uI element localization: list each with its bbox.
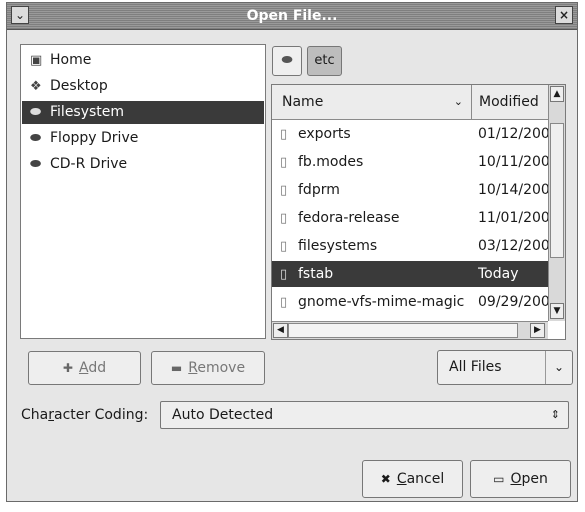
add-bookmark-button[interactable]: ✚ Add xyxy=(28,351,141,385)
close-icon: × xyxy=(558,8,570,22)
file-name: fedora-release xyxy=(298,210,400,226)
file-name: gnome-vfs-mime-magic xyxy=(298,294,465,310)
file-modified-date: Today xyxy=(478,266,519,282)
home-icon: ▣ xyxy=(30,53,43,68)
file-icon: ▯ xyxy=(280,295,288,310)
file-modified-date: 09/29/2004 xyxy=(478,294,548,310)
file-list-header: Name ⌄ Modified xyxy=(272,85,548,120)
plus-icon: ✚ xyxy=(62,361,73,375)
remove-bookmark-button[interactable]: ▬ Remove xyxy=(151,351,265,385)
chevron-down-icon: ⌄ xyxy=(545,351,572,384)
vertical-scroll-thumb[interactable] xyxy=(550,123,564,258)
file-row[interactable]: ▯ gnome-vfs-mime-magic 09/29/2004 xyxy=(272,289,548,315)
place-item-label: Filesystem xyxy=(50,104,125,120)
file-filter-select[interactable]: All Files ⌄ xyxy=(437,350,573,385)
file-row[interactable]: ▯ exports 01/12/2000 xyxy=(272,121,548,147)
open-button[interactable]: ▭ Open xyxy=(470,460,571,498)
place-item-label: Home xyxy=(50,52,92,68)
file-row[interactable]: ▯ filesystems 03/12/2002 xyxy=(272,233,548,259)
file-modified-date: 10/14/2004 xyxy=(478,182,548,198)
updown-arrow-icon: ⇕ xyxy=(550,408,560,421)
places-list[interactable]: ▣ Home ❖ Desktop ⬬ Filesystem ⬬ Floppy Drive ⬬ CD… xyxy=(20,44,266,339)
file-row[interactable]: ▯ fstab Today xyxy=(272,261,548,287)
horizontal-scrollbar[interactable]: ◀ ▶ xyxy=(272,321,548,339)
scroll-right-icon[interactable]: ▶ xyxy=(530,323,545,338)
file-name: fdprm xyxy=(298,182,340,198)
place-item-desktop[interactable]: ❖ Desktop xyxy=(22,75,264,98)
file-modified-date: 01/12/2000 xyxy=(478,126,548,142)
place-item-home[interactable]: ▣ Home xyxy=(22,49,264,72)
column-header-name[interactable]: Name ⌄ xyxy=(272,85,472,119)
drive-icon: ⬬ xyxy=(281,53,293,68)
sort-arrow-icon: ⌄ xyxy=(453,95,463,108)
file-row[interactable]: ▯ fdprm 10/14/2004 xyxy=(272,177,548,203)
file-icon: ▯ xyxy=(280,239,288,254)
file-modified-date: 11/01/2004 xyxy=(478,210,548,226)
file-icon: ▯ xyxy=(280,155,288,170)
place-item-label: Desktop xyxy=(50,78,108,94)
horizontal-scroll-thumb[interactable] xyxy=(288,323,518,338)
file-name: fstab xyxy=(298,266,334,282)
file-icon: ▯ xyxy=(280,183,288,198)
window-title: Open File... xyxy=(246,8,338,24)
place-item-label: CD-R Drive xyxy=(50,156,128,172)
file-modified-date: 10/11/2004 xyxy=(478,154,548,170)
place-item-floppy-drive[interactable]: ⬬ Floppy Drive xyxy=(22,127,264,150)
column-name-label: Name xyxy=(282,94,324,110)
title-bar[interactable]: ⌄ Open File... × xyxy=(7,3,577,30)
file-row[interactable]: ▯ fedora-release 11/01/2004 xyxy=(272,205,548,231)
file-row[interactable]: ▯ fb.modes 10/11/2004 xyxy=(272,149,548,175)
character-coding-value: Auto Detected xyxy=(172,407,274,423)
file-name: exports xyxy=(298,126,351,142)
file-name: fb.modes xyxy=(298,154,364,170)
desktop-icon: ❖ xyxy=(30,79,42,94)
place-item-filesystem[interactable]: ⬬ Filesystem xyxy=(22,101,264,124)
scroll-left-icon[interactable]: ◀ xyxy=(273,323,288,338)
cdrom-icon: ⬬ xyxy=(30,157,42,172)
column-header-modified[interactable]: Modified xyxy=(472,85,548,119)
file-modified-date: 03/12/2002 xyxy=(478,238,548,254)
cancel-icon: ✖ xyxy=(380,472,391,486)
place-item-cd-r-drive[interactable]: ⬬ CD-R Drive xyxy=(22,153,264,176)
folder-icon: ▭ xyxy=(493,472,505,486)
character-coding-label: Character Coding: xyxy=(21,407,149,423)
character-coding-select[interactable]: Auto Detected ⇕ xyxy=(160,401,569,429)
cancel-button[interactable]: ✖ Cancel xyxy=(362,460,463,498)
path-button-root[interactable]: ⬬ xyxy=(272,46,302,76)
file-icon: ▯ xyxy=(280,267,288,282)
file-name: filesystems xyxy=(298,238,378,254)
scroll-down-icon[interactable]: ▼ xyxy=(550,303,564,319)
file-filter-value: All Files xyxy=(449,359,502,375)
minus-icon: ▬ xyxy=(170,361,183,375)
place-item-label: Floppy Drive xyxy=(50,130,139,146)
vertical-scrollbar[interactable]: ▲ ▼ xyxy=(548,85,565,321)
scroll-up-icon[interactable]: ▲ xyxy=(550,86,564,102)
floppy-icon: ⬬ xyxy=(30,131,42,146)
file-icon: ▯ xyxy=(280,211,288,226)
file-list[interactable]: Name ⌄ Modified ▯ exports 01/12/2000 ▯ fb.mo… xyxy=(271,84,566,340)
drive-icon: ⬬ xyxy=(30,105,42,120)
file-icon: ▯ xyxy=(280,127,288,142)
path-button-etc[interactable]: etc xyxy=(307,46,342,76)
close-button[interactable]: × xyxy=(555,6,573,24)
